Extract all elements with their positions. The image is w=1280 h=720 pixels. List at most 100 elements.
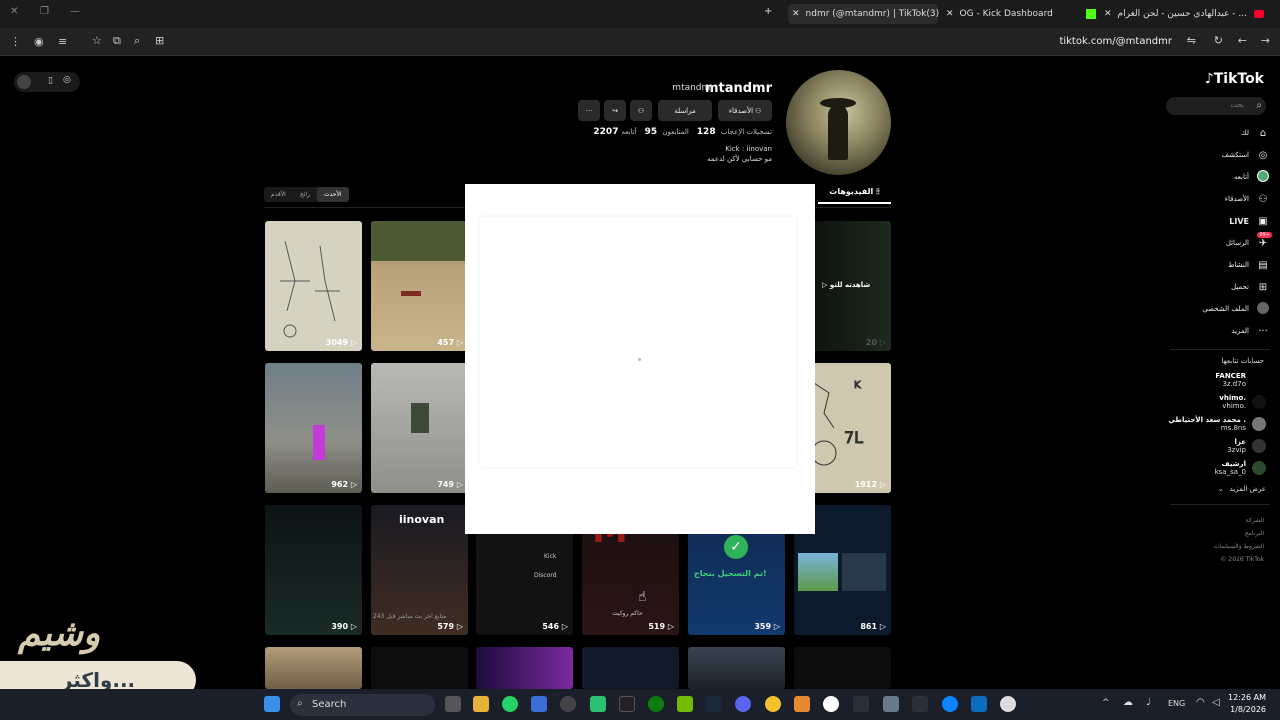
close-tab-icon[interactable]: ✕ — [792, 9, 800, 19]
video-thumbnail[interactable] — [476, 647, 573, 689]
video-thumbnail[interactable]: 962 ▷ — [265, 363, 362, 493]
video-thumbnail[interactable]: iinovan 243 متابع اخر بث مباشر قبل 579 ▷ — [371, 505, 468, 635]
discord-icon[interactable] — [735, 696, 751, 712]
footer-link[interactable]: الشروط والسياسات — [1214, 543, 1264, 550]
video-thumbnail[interactable]: 749 ▷ — [371, 363, 468, 493]
steam-icon[interactable] — [706, 696, 722, 712]
wifi-icon[interactable]: ◠ — [1196, 697, 1205, 708]
nav-profile[interactable]: الملف الشخصي — [1202, 299, 1270, 319]
xbox-icon[interactable] — [648, 696, 664, 712]
followed-account[interactable]: ارشيف ksa_sa_0 — [1215, 460, 1266, 476]
url-field[interactable]: tiktok.com/@mtandmr — [1059, 36, 1172, 47]
tab-youtube[interactable]: ✕ عبدالهادي حسين - لحن الغرام - ... — [1104, 4, 1276, 24]
settings-icon[interactable] — [883, 696, 899, 712]
task-view-icon[interactable] — [445, 696, 461, 712]
nav-for-you[interactable]: لك ⌂ — [1241, 123, 1270, 143]
obs-icon[interactable] — [823, 696, 839, 712]
followed-account[interactable]: FANCER 3z.d7o — [1215, 372, 1266, 388]
taskbar-search[interactable]: Search — [290, 694, 435, 716]
more-options-icon[interactable]: ··· — [578, 100, 600, 121]
tab-kick-dashboard[interactable]: ✕ OG - Kick Dashboard — [946, 4, 1096, 24]
search-input[interactable]: بحث — [1166, 97, 1266, 115]
nav-live[interactable]: LIVE ▣ — [1229, 211, 1270, 231]
video-thumbnail[interactable]: 3049 ▷ — [265, 221, 362, 351]
video-thumbnail[interactable]: 390 ▷ — [265, 505, 362, 635]
close-tab-icon[interactable]: ✕ — [946, 9, 954, 19]
video-player-modal[interactable] — [465, 184, 815, 534]
chatgpt-icon[interactable] — [1000, 696, 1016, 712]
nav-more[interactable]: المزيد ··· — [1231, 321, 1270, 341]
chrome-icon[interactable] — [765, 696, 781, 712]
video-thumbnail[interactable] — [371, 647, 468, 689]
epic-games-icon[interactable] — [619, 696, 635, 712]
search-icon[interactable]: ⌕ — [1256, 100, 1262, 111]
language-indicator[interactable]: ENG — [1168, 699, 1185, 708]
menu-dots-icon[interactable]: ⋮ — [10, 35, 21, 48]
reading-list-icon[interactable]: ≡ — [58, 35, 67, 48]
video-thumbnail[interactable] — [265, 647, 362, 689]
nav-explore[interactable]: استكشف ◎ — [1222, 145, 1270, 165]
app-icon[interactable] — [942, 696, 958, 712]
sort-oldest-tab[interactable]: الأقدم — [264, 187, 293, 202]
tab-tiktok[interactable]: ✕ ndmr (@mtandmr) | TikTok(3) — [788, 4, 939, 24]
clock[interactable]: 12:26 AM 1/8/2026 — [1228, 692, 1266, 716]
compass-small-icon[interactable]: ◎ — [63, 75, 71, 85]
microphone-icon[interactable]: ♩ — [1146, 697, 1151, 708]
sort-popular-tab[interactable]: رائج — [293, 187, 317, 202]
minimize-window-icon[interactable]: — — [70, 6, 80, 17]
toggle-icon[interactable] — [17, 75, 31, 89]
video-thumbnail[interactable] — [794, 647, 891, 689]
back-icon[interactable]: ← — [1238, 34, 1247, 47]
translate-icon[interactable]: ⊞ — [155, 34, 164, 47]
new-tab-icon[interactable]: + — [764, 6, 772, 17]
nav-messages[interactable]: الرسائل ✈ 99+ — [1226, 232, 1272, 253]
view-count: 861 ▷ — [860, 622, 886, 631]
add-friend-icon[interactable]: ⚇ — [630, 100, 652, 121]
phone-icon[interactable]: ▯ — [48, 76, 53, 86]
volume-icon[interactable]: ◁ — [1212, 697, 1220, 708]
profile-username: mtandmr — [704, 81, 772, 96]
nav-following[interactable]: أتابعه — [1234, 167, 1270, 187]
close-window-icon[interactable]: ✕ — [10, 6, 18, 17]
site-settings-icon[interactable]: ⇋ — [1187, 34, 1196, 47]
message-button[interactable]: مراسلة — [658, 100, 712, 121]
footer-link[interactable]: الشركة — [1246, 517, 1264, 524]
search-page-icon[interactable]: ⌕ — [134, 34, 140, 48]
restore-window-icon[interactable]: ❐ — [40, 6, 49, 17]
app-icon[interactable] — [971, 696, 987, 712]
followed-account[interactable]: عزا 3zvip — [1227, 438, 1266, 454]
app-icon[interactable] — [853, 696, 869, 712]
tab-videos[interactable]: الفيديوهات ⦙⦙ — [818, 187, 891, 204]
profile-icon[interactable]: ◉ — [34, 35, 44, 48]
sort-latest-tab[interactable]: الأحدث — [316, 187, 349, 202]
store-icon[interactable] — [531, 696, 547, 712]
app-icon[interactable] — [560, 696, 576, 712]
video-thumbnail[interactable]: 457 ▷ — [371, 221, 468, 351]
video-thumbnail[interactable] — [688, 647, 785, 689]
nvidia-icon[interactable] — [677, 696, 693, 712]
app-icon[interactable] — [912, 696, 928, 712]
windows-start-icon[interactable] — [264, 696, 280, 712]
nav-upload[interactable]: تحميل ⊞ — [1231, 277, 1270, 297]
footer-link[interactable]: البرنامج — [1245, 530, 1264, 537]
close-tab-icon[interactable]: ✕ — [1104, 9, 1112, 19]
whatsapp-icon[interactable] — [502, 696, 518, 712]
bookmark-star-icon[interactable]: ☆ — [92, 34, 102, 47]
friends-button[interactable]: الأصدقاء ⚇ — [718, 100, 772, 121]
reload-icon[interactable]: ↻ — [1214, 34, 1223, 47]
video-thumbnail[interactable] — [582, 647, 679, 689]
nav-friends[interactable]: الأصدقاء ⚇ — [1225, 189, 1270, 209]
cloud-icon[interactable]: ☁ — [1123, 697, 1133, 708]
followed-account[interactable]: vhimo. vhimo. — [1219, 394, 1266, 410]
app-icon[interactable] — [794, 696, 810, 712]
nav-activity[interactable]: النشاط ▤ — [1228, 255, 1270, 275]
extensions-icon[interactable]: ⧉ — [113, 34, 121, 48]
app-icon[interactable] — [590, 696, 606, 712]
file-explorer-icon[interactable] — [473, 696, 489, 712]
tray-chevron-icon[interactable]: ^ — [1102, 698, 1110, 708]
show-more-link[interactable]: ⌄ عرض المزيد — [1218, 485, 1266, 493]
share-icon[interactable]: ↪ — [604, 100, 626, 121]
followed-account[interactable]: محمد سعد الأحتياطي . ms.8ns — [1168, 416, 1266, 432]
tiktok-logo[interactable]: ♪TikTok — [1205, 71, 1264, 87]
forward-icon[interactable]: → — [1261, 34, 1270, 47]
